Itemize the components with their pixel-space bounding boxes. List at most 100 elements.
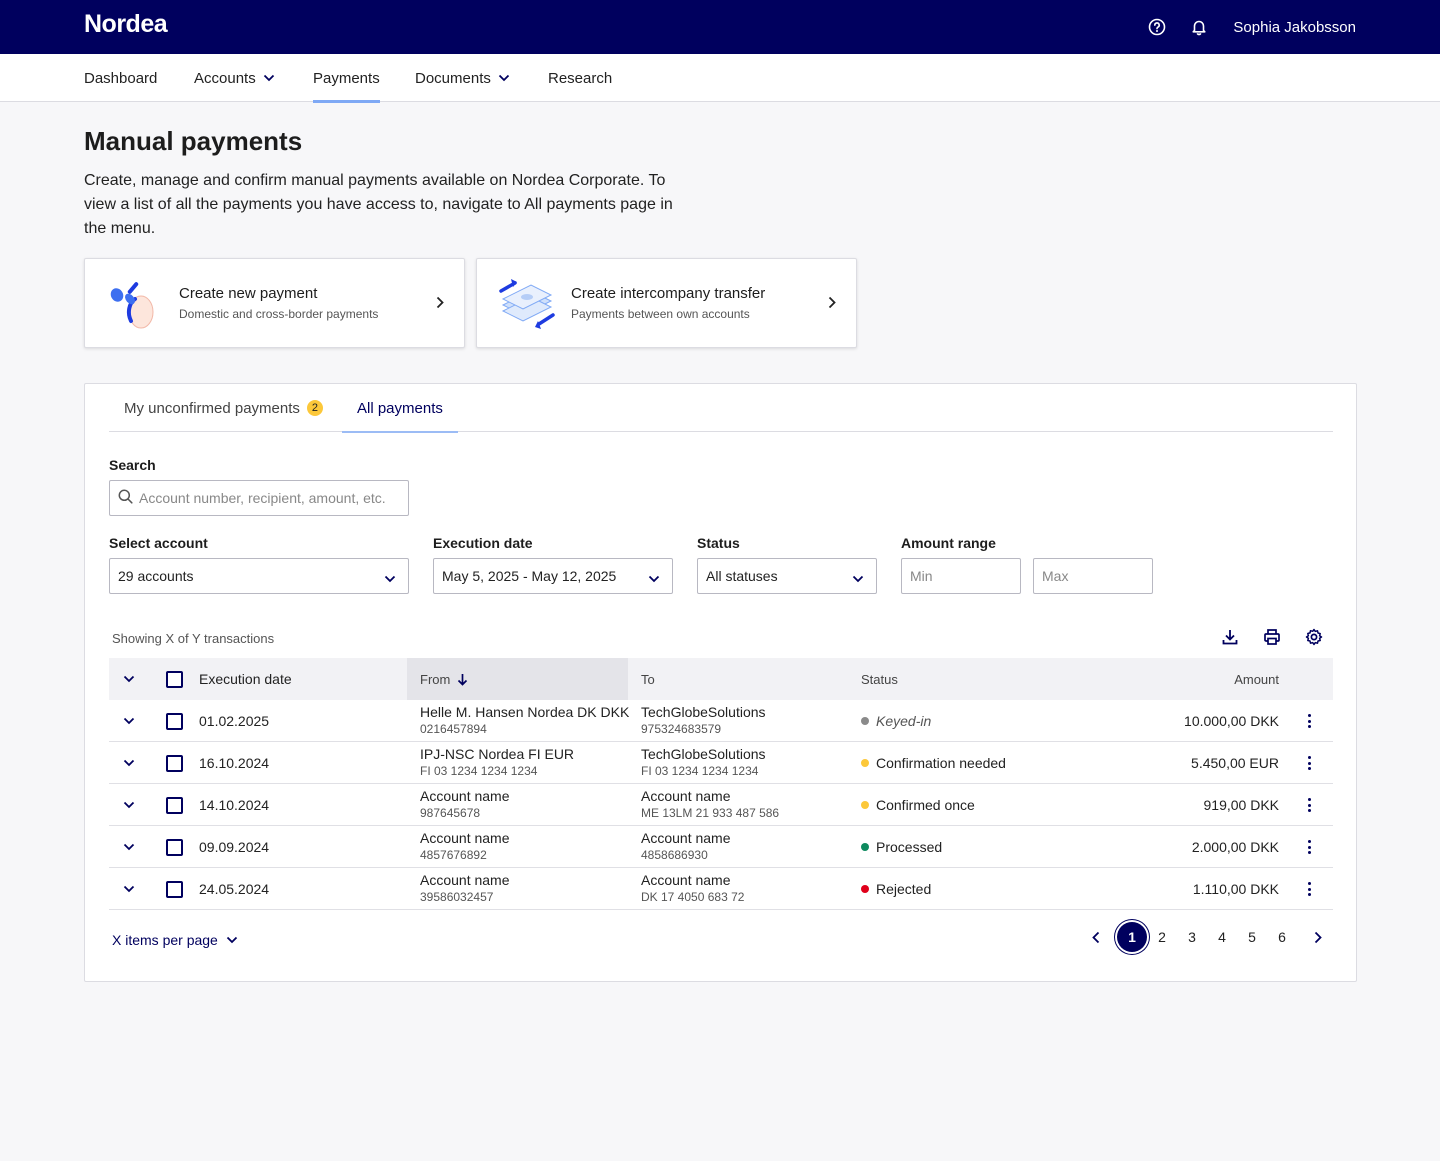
row-checkbox[interactable] [166, 826, 183, 868]
table-header: Execution date From To Status Amount [109, 658, 1333, 700]
page-5-button[interactable]: 5 [1237, 922, 1267, 952]
chevron-down-icon [226, 936, 238, 944]
more-options-icon[interactable] [1301, 713, 1317, 729]
checkbox-box [166, 670, 183, 688]
from-cell: Account name 987645678 [420, 787, 629, 825]
status-text: Confirmation needed [876, 755, 1006, 771]
page-2-button[interactable]: 2 [1147, 922, 1177, 952]
nav-dashboard[interactable]: Dashboard [84, 54, 157, 102]
chevron-right-icon [436, 296, 444, 314]
expand-row-toggle[interactable] [123, 826, 135, 868]
from-account-number: 39586032457 [420, 890, 494, 904]
nav-label: Research [548, 69, 613, 87]
create-new-payment-card[interactable]: Create new payment Domestic and cross-bo… [84, 258, 465, 348]
to-account-name: Account name [641, 788, 731, 804]
user-menu[interactable]: Sophia Jakobsson [1233, 19, 1356, 36]
nav-documents[interactable]: Documents [415, 54, 510, 102]
expand-row-toggle[interactable] [123, 700, 135, 742]
column-amount[interactable]: Amount [1234, 658, 1279, 700]
table-row[interactable]: 01.02.2025 Helle M. Hansen Nordea DK DKK 0… [109, 700, 1333, 742]
search-input[interactable]: Account number, recipient, amount, etc. [109, 480, 409, 516]
next-page-button[interactable] [1303, 922, 1333, 952]
expand-row-toggle[interactable] [123, 868, 135, 910]
checkbox-box [166, 712, 183, 730]
items-per-page-label: X items per page [112, 932, 218, 948]
from-account-name: Account name [420, 830, 510, 846]
from-account-name: Account name [420, 788, 510, 804]
download-icon[interactable] [1221, 628, 1241, 648]
execution-date-cell: 24.05.2024 [199, 881, 270, 897]
nav-accounts[interactable]: Accounts [194, 54, 275, 102]
column-to[interactable]: To [641, 658, 655, 700]
expand-row-toggle[interactable] [123, 742, 135, 784]
status-cell: Confirmed once [861, 784, 975, 826]
more-options-icon[interactable] [1301, 755, 1317, 771]
page-3-button[interactable]: 3 [1177, 922, 1207, 952]
select-all-checkbox[interactable] [166, 658, 183, 700]
table-row[interactable]: 16.10.2024 IPJ-NSC Nordea FI EUR FI 03 123… [109, 742, 1333, 784]
print-icon[interactable] [1263, 628, 1283, 648]
settings-gear-icon[interactable] [1305, 628, 1325, 648]
payments-table: Execution date From To Status Amount 01.… [109, 658, 1333, 910]
nordea-logo[interactable]: Nordea [84, 10, 168, 39]
status-dot [861, 885, 869, 893]
to-cell: Account name DK 17 4050 683 72 [641, 871, 851, 909]
items-per-page-dropdown[interactable]: X items per page [112, 932, 238, 948]
action-subtitle: Domestic and cross-border payments [179, 307, 379, 321]
action-subtitle: Payments between own accounts [571, 307, 750, 321]
row-checkbox[interactable] [166, 868, 183, 910]
chevron-down-icon [123, 717, 135, 725]
status-dropdown[interactable]: All statuses [697, 558, 877, 594]
chevron-down-icon [123, 801, 135, 809]
pagination: 1 2 3 4 5 6 [1081, 922, 1337, 952]
from-account-name: Helle M. Hansen Nordea DK DKK [420, 704, 629, 720]
more-options-icon[interactable] [1301, 797, 1317, 813]
table-row[interactable]: 09.09.2024 Account name 4857676892 Account … [109, 826, 1333, 868]
from-account-number: FI 03 1234 1234 1234 [420, 764, 538, 778]
help-icon[interactable] [1147, 17, 1167, 37]
expand-row-toggle[interactable] [123, 784, 135, 826]
page-title: Manual payments [84, 126, 303, 156]
nav-research[interactable]: Research [548, 54, 612, 102]
transfer-illustration-icon [497, 275, 557, 333]
execution-date-picker[interactable]: May 5, 2025 - May 12, 2025 [433, 558, 673, 594]
row-checkbox[interactable] [166, 742, 183, 784]
page-6-button[interactable]: 6 [1267, 922, 1297, 952]
search-label: Search [109, 457, 156, 473]
more-options-icon[interactable] [1301, 881, 1317, 897]
previous-page-button[interactable] [1081, 922, 1111, 952]
page-4-button[interactable]: 4 [1207, 922, 1237, 952]
chevron-down-icon [263, 74, 275, 82]
expand-all-toggle[interactable] [123, 658, 135, 700]
amount-min-input[interactable]: Min [901, 558, 1021, 594]
page-1-button[interactable]: 1 [1117, 922, 1147, 952]
to-account-name: TechGlobeSolutions [641, 704, 766, 720]
create-intercompany-transfer-card[interactable]: Create intercompany transfer Payments be… [476, 258, 857, 348]
column-from[interactable]: From [420, 658, 468, 700]
checkbox-box [166, 880, 183, 898]
column-status[interactable]: Status [861, 658, 898, 700]
unconfirmed-count-badge: 2 [306, 400, 323, 416]
table-body: 01.02.2025 Helle M. Hansen Nordea DK DKK 0… [109, 700, 1333, 910]
table-row[interactable]: 24.05.2024 Account name 39586032457 Account… [109, 868, 1333, 910]
chevron-down-icon [852, 570, 864, 586]
status-cell: Rejected [861, 868, 931, 910]
from-account-number: 4857676892 [420, 848, 487, 862]
to-account-number: 4858686930 [641, 848, 708, 862]
column-execution-date[interactable]: Execution date [199, 658, 292, 700]
chevron-right-icon [1314, 931, 1322, 943]
status-cell: Confirmation needed [861, 742, 1006, 784]
status-dot [861, 759, 869, 767]
row-checkbox[interactable] [166, 700, 183, 742]
nav-payments[interactable]: Payments [313, 54, 380, 103]
table-row[interactable]: 14.10.2024 Account name 987645678 Account n… [109, 784, 1333, 826]
more-options-icon[interactable] [1301, 839, 1317, 855]
row-checkbox[interactable] [166, 784, 183, 826]
amount-max-input[interactable]: Max [1033, 558, 1153, 594]
tab-my-unconfirmed-payments[interactable]: My unconfirmed payments 2 [124, 384, 323, 432]
bell-icon[interactable] [1189, 17, 1209, 37]
from-cell: Account name 39586032457 [420, 871, 629, 909]
execution-date-cell: 09.09.2024 [199, 839, 270, 855]
select-account-dropdown[interactable]: 29 accounts [109, 558, 409, 594]
tab-all-payments[interactable]: All payments [342, 384, 458, 433]
